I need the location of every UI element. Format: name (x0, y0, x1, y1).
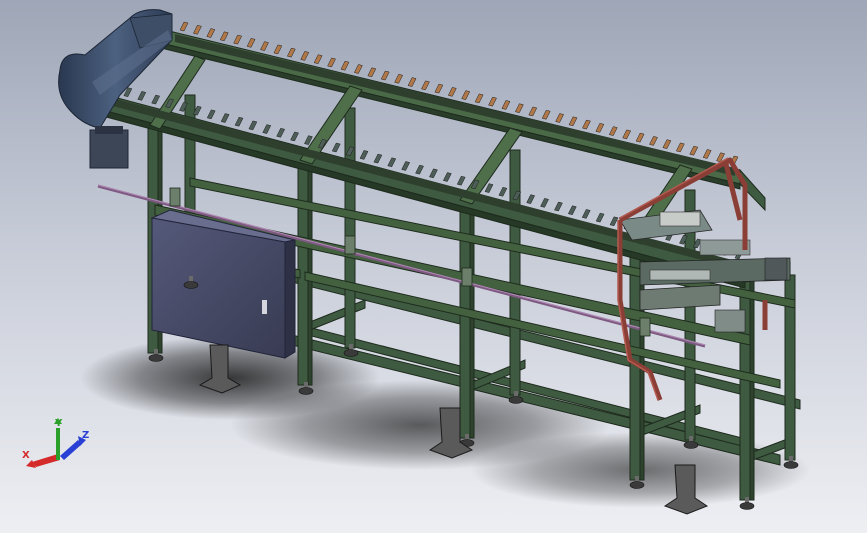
conveyor-cleat (179, 21, 189, 32)
conveyor-cleat (151, 94, 161, 105)
conveyor-cleat (193, 24, 202, 35)
leveling-foot-icon (508, 396, 524, 404)
conveyor-cleat (421, 80, 430, 91)
conveyor-cleat (568, 116, 578, 127)
cabinet-handle[interactable] (262, 300, 267, 314)
graphics-viewport[interactable]: X Y Z (0, 0, 867, 533)
conveyor-cleat (206, 28, 216, 38)
conveyor-cleat (290, 131, 299, 142)
leveling-foot-icon (739, 502, 755, 510)
conveyor-cleat (246, 38, 256, 48)
leveling-foot-icon (783, 461, 799, 469)
conveyor-cleat (498, 186, 508, 197)
conveyor-cleat (609, 216, 619, 227)
conveyor-cleat (300, 51, 310, 61)
conveyor-cleat (581, 209, 591, 219)
leveling-foot-icon (298, 387, 314, 395)
conveyor-cleat (206, 109, 216, 120)
conveyor-cleat (515, 103, 524, 113)
conveyor-cleat (387, 157, 397, 168)
conveyor-cleat (394, 74, 403, 84)
conveyor-cleat (248, 120, 258, 131)
conveyor-cleat (220, 113, 230, 123)
conveyor-cleat (554, 201, 563, 212)
conveyor-cleat (541, 109, 551, 120)
y-axis-label: Y (54, 418, 63, 429)
conveyor-cleat (234, 116, 244, 127)
leveling-foot-icon (629, 481, 645, 489)
conveyor-cleat (401, 161, 411, 171)
conveyor-cleat (373, 153, 383, 164)
conveyor-cleat (675, 142, 685, 153)
conveyor-cleat (137, 91, 147, 101)
conveyor-cleat (233, 34, 243, 45)
conveyor-cleat (354, 64, 363, 74)
conveyor-cleat (367, 67, 377, 78)
conveyor-cleat (567, 205, 577, 216)
conveyor-model[interactable] (0, 0, 867, 533)
conveyor-cleat (434, 83, 444, 94)
y-axis-arrow (56, 428, 60, 460)
conveyor-cleat (380, 70, 390, 81)
conveyor-cleat (528, 106, 538, 117)
conveyor-cleat (327, 57, 336, 68)
conveyor-cleat (474, 93, 484, 104)
conveyor-cleat (340, 60, 350, 71)
conveyor-cleat (662, 139, 672, 149)
leveling-foot-icon (148, 354, 164, 362)
conveyor-cleat (359, 150, 369, 160)
conveyor-cleat (702, 149, 712, 159)
x-axis-arrow (32, 454, 60, 467)
conveyor-cleat (595, 123, 605, 133)
conveyor-cleat (484, 183, 494, 193)
conveyor-cleat (429, 168, 438, 179)
z-axis-label: Z (82, 430, 89, 441)
conveyor-cleat (219, 31, 229, 42)
conveyor-cleat (540, 198, 549, 208)
conveyor-cleat (276, 127, 286, 138)
conveyor-cleat (447, 87, 457, 97)
conveyor-cleat (407, 77, 417, 87)
conveyor-cleat (488, 96, 497, 107)
conveyor-cleat (456, 175, 466, 186)
conveyor-cleat (442, 172, 452, 182)
conveyor-cleat (501, 100, 511, 110)
leveling-foot-icon (683, 441, 699, 449)
conveyor-cleat (331, 142, 341, 153)
conveyor-cleat (286, 47, 296, 58)
conveyor-cleat (649, 136, 658, 146)
conveyor-cleat (595, 212, 605, 223)
conveyor-cleat (461, 90, 471, 100)
conveyor-cleat (689, 145, 699, 156)
conveyor-cleat (313, 54, 323, 64)
conveyor-cleat (635, 132, 645, 143)
conveyor-cleat (260, 41, 269, 51)
conveyor-cleat (622, 129, 632, 140)
leveling-foot-icon (183, 281, 199, 289)
conveyor-cleat (582, 119, 591, 130)
conveyor-cleat (526, 194, 536, 204)
z-axis-arrow (60, 440, 82, 460)
conveyor-cleat (555, 113, 564, 123)
leveling-foot-icon (343, 349, 359, 357)
conveyor-cleat (415, 164, 424, 175)
x-axis-label: X (22, 450, 30, 461)
conveyor-cleat (273, 44, 283, 55)
conveyor-cleat (608, 126, 618, 136)
axis-triad: X Y Z (22, 418, 89, 468)
conveyor-cleat (262, 124, 272, 134)
